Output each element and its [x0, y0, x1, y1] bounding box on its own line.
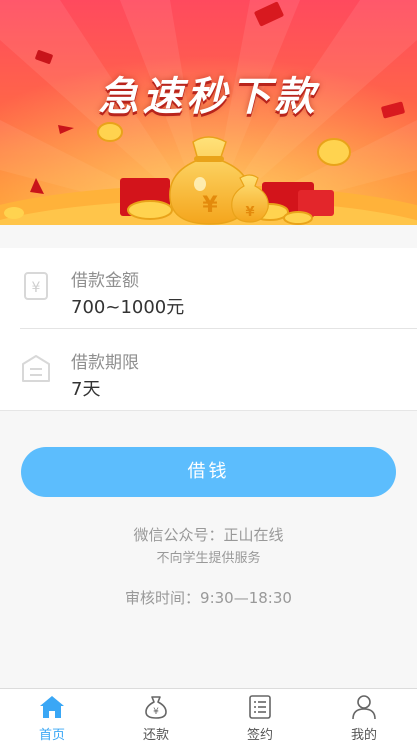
bottom-tab-bar: 首页 ¥ 还款 签约 我的: [0, 688, 417, 742]
tab-home-label: 首页: [38, 728, 65, 742]
loan-term-label: 借款期限: [71, 353, 139, 373]
tab-home[interactable]: 首页: [0, 689, 104, 742]
row-divider: [20, 328, 417, 329]
svg-text:¥: ¥: [202, 193, 218, 218]
loan-amount-label: 借款金额: [71, 271, 139, 291]
svg-text:¥: ¥: [153, 707, 159, 717]
tab-mine[interactable]: 我的: [312, 689, 416, 742]
student-notice-text: 不向学生提供服务: [156, 551, 261, 566]
loan-term-row[interactable]: 借款期限 7天: [0, 330, 417, 410]
tab-repay[interactable]: ¥ 还款: [104, 689, 208, 742]
loan-term-value: 7天: [71, 379, 101, 400]
calendar-box-icon: [22, 355, 50, 382]
promo-banner[interactable]: ¥ ¥ 急速秒下款: [0, 0, 417, 225]
tab-mine-label: 我的: [350, 728, 377, 742]
card-divider: [0, 410, 417, 411]
svg-text:¥: ¥: [32, 280, 41, 296]
loan-amount-row[interactable]: ¥ 借款金额 700~1000元: [0, 248, 417, 329]
review-hours-text: 审核时间：9:30—18:30: [125, 589, 292, 607]
banner-title: 急速秒下款: [98, 74, 319, 120]
svg-text:¥: ¥: [245, 205, 254, 220]
borrow-button[interactable]: 借钱: [21, 447, 396, 497]
loan-amount-value: 700~1000元: [71, 297, 185, 318]
document-list-icon: [249, 695, 271, 719]
tab-repay-label: 还款: [142, 728, 169, 742]
tab-sign[interactable]: 签约: [208, 689, 312, 742]
loan-home-page: ¥ ¥ 急速秒下款 ¥ 借款金额 700~1000元 借款期限 7天 借钱 微信…: [0, 0, 417, 742]
yen-receipt-icon: ¥: [24, 272, 48, 300]
user-icon: [352, 695, 376, 720]
tab-sign-label: 签约: [246, 728, 273, 742]
home-icon: [40, 696, 64, 718]
money-bag-icon: ¥: [145, 696, 167, 719]
loan-info-card: ¥ 借款金额 700~1000元 借款期限 7天: [0, 248, 417, 411]
wechat-account-text: 微信公众号：正山在线: [133, 526, 284, 544]
